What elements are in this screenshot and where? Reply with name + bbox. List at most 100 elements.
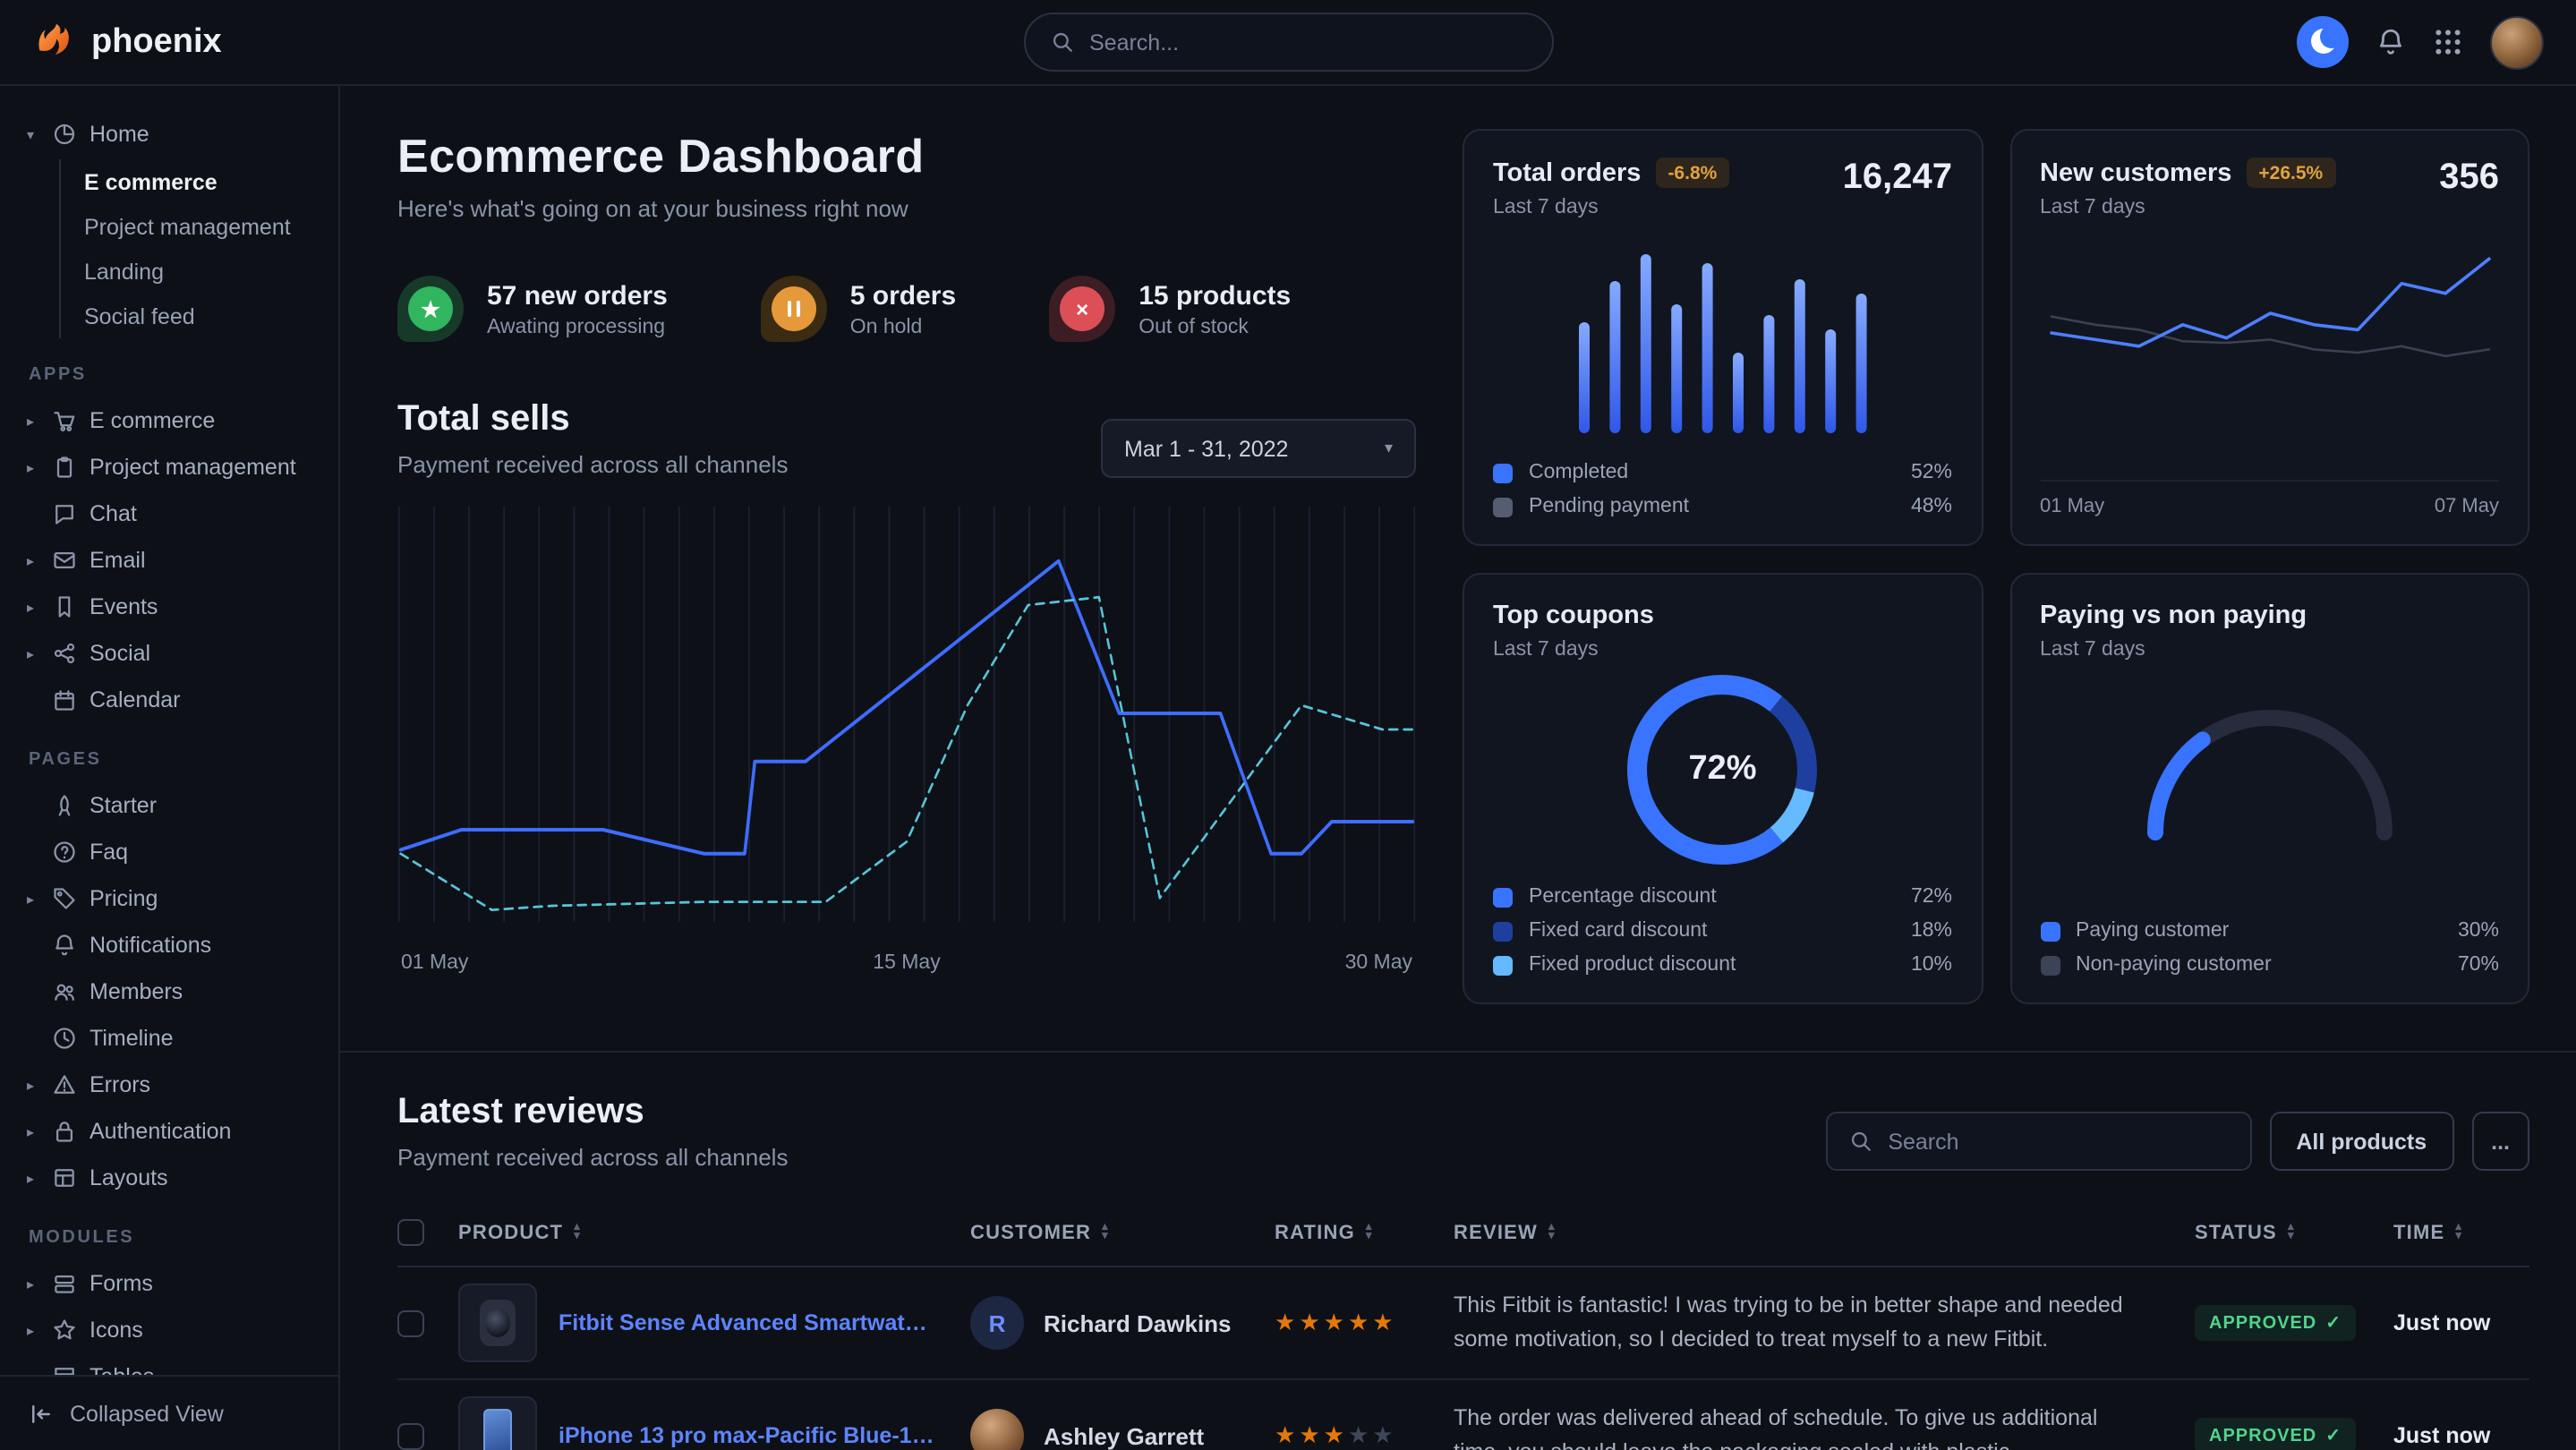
orders-bar-chart [1493, 233, 1952, 444]
sidebar-item-members[interactable]: Members [21, 968, 328, 1015]
legend-value: 10% [1911, 954, 1952, 976]
legend-row: Percentage discount 72% [1493, 886, 1952, 908]
sort-icon: ▴▾ [1548, 1224, 1556, 1241]
sidebar-item-forms[interactable]: ▸ Forms [21, 1260, 328, 1307]
reviews-search-placeholder: Search [1888, 1129, 1958, 1154]
sidebar-section-modules: MODULES [29, 1228, 328, 1248]
legend-label: Fixed product discount [1529, 954, 1736, 976]
star-filled-icon: ★ [1324, 1421, 1348, 1448]
warning-icon [52, 1072, 77, 1097]
legend-value: 70% [2458, 954, 2499, 976]
users-icon [52, 979, 77, 1004]
sidebar-item-chat[interactable]: Chat [21, 490, 328, 537]
layout-icon [52, 1165, 77, 1190]
chevron-right-icon: ▸ [21, 645, 39, 661]
legend-value: 30% [2458, 920, 2499, 942]
product-link[interactable]: Fitbit Sense Advanced Smartwatch with To… [559, 1310, 938, 1335]
sidebar-item-pricing[interactable]: ▸ Pricing [21, 875, 328, 922]
column-header-customer[interactable]: CUSTOMER ▴▾ [970, 1222, 1275, 1243]
quick-stats: ★ 57 new orders Awating processing 5 ord… [397, 276, 1416, 342]
notifications-bell-button[interactable] [2376, 27, 2406, 57]
legend-row: Fixed product discount 10% [1493, 954, 1952, 976]
card-title: Total orders [1493, 158, 1641, 187]
check-icon: ✓ [2325, 1314, 2341, 1334]
reviews-search-input[interactable]: Search [1825, 1112, 2251, 1171]
brand-logo[interactable]: phoenix [32, 20, 222, 64]
legend-value: 52% [1911, 462, 1952, 483]
sidebar-item-tables[interactable]: ▸ Tables [21, 1353, 328, 1375]
lock-icon [52, 1119, 77, 1144]
app-root: phoenix Search... [0, 0, 2576, 1450]
navbar-actions [2297, 15, 2544, 69]
nine-dots-grid-icon [2433, 27, 2463, 57]
sidebar-item-authentication[interactable]: ▸ Authentication [21, 1108, 328, 1155]
tag-icon [52, 886, 77, 911]
orders-legend: Completed 52% Pending payment 48% [1493, 462, 1952, 517]
sidebar-item-layouts[interactable]: ▸ Layouts [21, 1155, 328, 1201]
global-search-input[interactable]: Search... [1023, 13, 1553, 72]
mail-icon [52, 548, 77, 573]
column-header-status[interactable]: STATUS ▴▾ [2195, 1222, 2393, 1243]
top-navbar: phoenix Search... [0, 0, 2576, 86]
sidebar-item-project-management[interactable]: Project management [59, 204, 328, 249]
rating-stars: ★★★★★ [1275, 1309, 1454, 1337]
all-products-button[interactable]: All products [2269, 1112, 2453, 1171]
column-header-review[interactable]: REVIEW ▴▾ [1454, 1222, 2195, 1243]
sidebar-item-landing[interactable]: Landing [59, 249, 328, 294]
collapse-icon [29, 1401, 54, 1426]
card-period: Last 7 days [2040, 197, 2335, 218]
bell-icon [52, 933, 77, 958]
sidebar-item-events[interactable]: ▸ Events [21, 584, 328, 630]
card-title: New customers [2040, 158, 2231, 187]
total-orders-card: Total orders -6.8% Last 7 days 16,247 Co… [1463, 129, 1983, 546]
sidebar-item-icons[interactable]: ▸ Icons [21, 1307, 328, 1353]
legend-label: Non-paying customer [2076, 954, 2272, 976]
card-period: Last 7 days [2040, 639, 2307, 661]
theme-toggle-button[interactable] [2297, 16, 2349, 68]
sidebar-item-e-commerce[interactable]: E commerce [59, 159, 328, 204]
row-checkbox[interactable] [397, 1422, 424, 1449]
sidebar-item-timeline[interactable]: Timeline [21, 1015, 328, 1062]
customers-line-chart [2040, 236, 2499, 430]
star-filled-icon: ★ [1275, 1309, 1299, 1335]
stat-value: 5 orders [850, 280, 956, 311]
legend-row: Paying customer 30% [2040, 920, 2499, 942]
star-filled-icon: ★ [1348, 1309, 1372, 1335]
product-link[interactable]: iPhone 13 pro max-Pacific Blue-128GB sto… [559, 1423, 938, 1448]
sidebar-item-notifications[interactable]: Notifications [21, 922, 328, 968]
stat-value: 57 new orders [487, 280, 668, 311]
user-avatar[interactable] [2490, 15, 2544, 69]
sidebar-item-social[interactable]: ▸ Social [21, 630, 328, 677]
column-header-product[interactable]: PRODUCT ▴▾ [458, 1222, 970, 1243]
sidebar-item-starter[interactable]: Starter [21, 782, 328, 829]
sidebar-item-social-feed[interactable]: Social feed [59, 294, 328, 338]
sidebar-item-e-commerce[interactable]: ▸ E commerce [21, 397, 328, 444]
sidebar-item-email[interactable]: ▸ Email [21, 537, 328, 584]
sidebar-section-apps: APPS [29, 365, 328, 385]
sidebar-item-errors[interactable]: ▸ Errors [21, 1062, 328, 1108]
stat-value: 15 products [1139, 280, 1291, 311]
reviews-subtitle: Payment received across all channels [397, 1144, 788, 1171]
select-all-checkbox[interactable] [397, 1219, 424, 1246]
total-orders-value: 16,247 [1843, 158, 1952, 199]
column-header-rating[interactable]: RATING ▴▾ [1275, 1222, 1454, 1243]
legend-swatch [2040, 921, 2060, 941]
avatar: R [970, 1296, 1024, 1350]
sidebar-item-project-management[interactable]: ▸ Project management [21, 444, 328, 490]
bell-icon [2376, 27, 2406, 57]
apps-grid-button[interactable] [2433, 27, 2463, 57]
date-range-select[interactable]: Mar 1 - 31, 2022 ▾ [1101, 419, 1416, 478]
sidebar-item-home[interactable]: ▾ Home [21, 111, 328, 158]
card-period: Last 7 days [1493, 639, 1654, 661]
sidebar-item-calendar[interactable]: Calendar [21, 677, 328, 723]
row-checkbox[interactable] [397, 1309, 424, 1336]
pie-chart-icon [52, 122, 77, 147]
stat-cards: Total orders -6.8% Last 7 days 16,247 Co… [1463, 129, 2529, 1004]
more-options-button[interactable]: ... [2471, 1112, 2529, 1171]
chevron-right-icon: ▸ [21, 459, 39, 475]
collapsed-view-toggle[interactable]: Collapsed View [0, 1375, 338, 1450]
sidebar-item-faq[interactable]: Faq [21, 829, 328, 875]
product-image [458, 1284, 537, 1362]
chevron-right-icon: ▸ [21, 1077, 39, 1093]
column-header-time[interactable]: TIME ▴▾ [2393, 1222, 2519, 1243]
